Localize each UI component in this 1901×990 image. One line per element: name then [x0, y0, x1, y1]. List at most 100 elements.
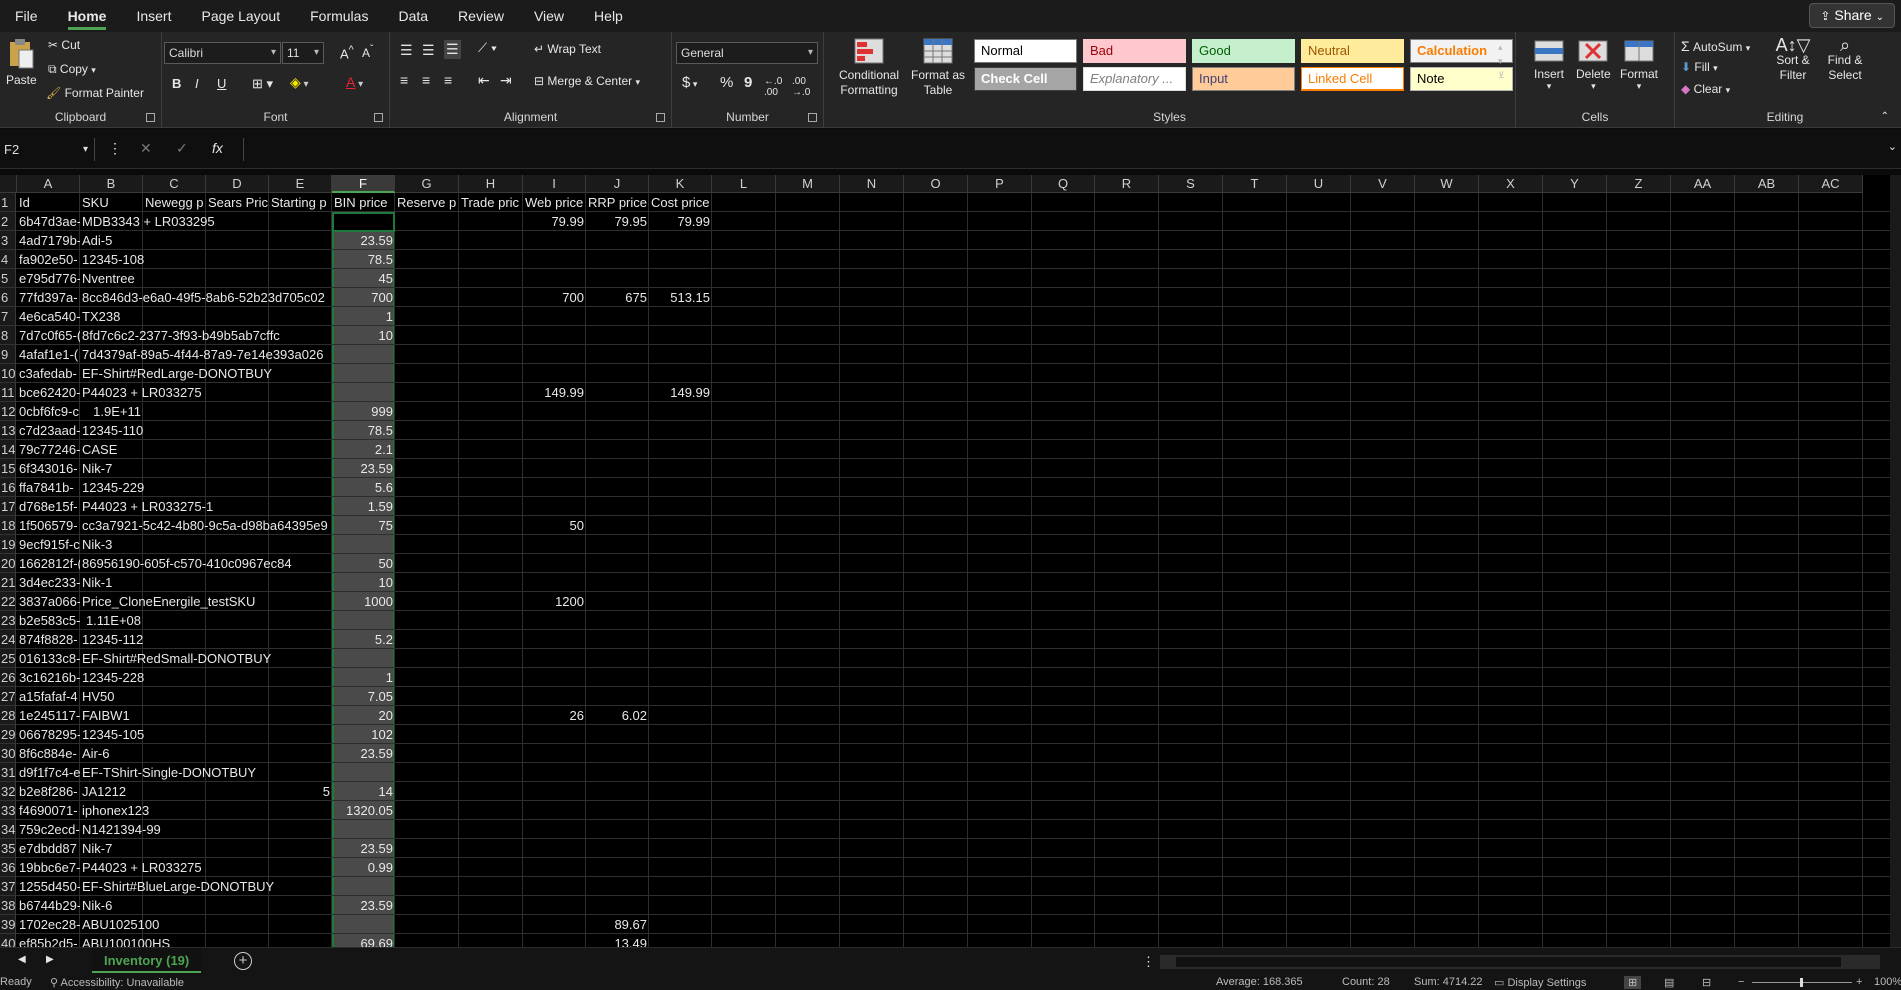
cell-b20[interactable]: 86956190-605f-c570-410c0967ec84: [80, 554, 294, 573]
cell-b11[interactable]: P44023 + LR033275: [80, 383, 204, 402]
cell-a27[interactable]: a15fafaf-4: [17, 687, 80, 706]
align-center-icon[interactable]: ≡: [422, 72, 430, 88]
header-cell[interactable]: RRP price: [586, 193, 649, 212]
cell-f35[interactable]: 23.59: [332, 839, 395, 858]
cell-f20[interactable]: 50: [332, 554, 395, 573]
cell-a26[interactable]: 3c16216b-: [17, 668, 80, 687]
cell-b28[interactable]: FAIBW1: [80, 706, 132, 725]
cell-a2[interactable]: 6b47d3ae-: [17, 212, 80, 231]
cell-k2[interactable]: 79.99: [649, 212, 712, 231]
insert-function-icon[interactable]: fx: [212, 140, 223, 156]
number-format-select[interactable]: General ▾: [676, 42, 818, 64]
cell-a39[interactable]: 1702ec28-: [17, 915, 80, 934]
align-middle-icon[interactable]: ☰: [422, 42, 435, 59]
cell-a14[interactable]: 79c77246-: [17, 440, 80, 459]
cell-b10[interactable]: EF-Shirt#RedLarge-DONOTBUY: [80, 364, 274, 383]
copy-button[interactable]: ⧉ Copy ▾: [48, 62, 96, 77]
paste-button[interactable]: Paste: [6, 38, 37, 87]
share-button[interactable]: ⇪ Share ⌄: [1809, 3, 1895, 28]
cell-k11[interactable]: 149.99: [649, 383, 712, 402]
cell-f14[interactable]: 2.1: [332, 440, 395, 459]
formula-input[interactable]: [243, 138, 1881, 161]
column-header-a[interactable]: A: [17, 175, 80, 193]
cell-f8[interactable]: 10: [332, 326, 395, 345]
cell-b27[interactable]: HV50: [80, 687, 117, 706]
cell-f38[interactable]: 23.59: [332, 896, 395, 915]
cut-button[interactable]: ✂ Cut: [48, 38, 80, 52]
sort-filter-button[interactable]: A↕▽ Sort & Filter: [1771, 36, 1815, 83]
column-header-d[interactable]: D: [206, 175, 269, 193]
cell-b39[interactable]: ABU1025100: [80, 915, 161, 934]
collapse-ribbon-icon[interactable]: ⌃: [1881, 111, 1889, 122]
column-header-ab[interactable]: AB: [1735, 175, 1799, 193]
clear-button[interactable]: ◆ Clear ▾: [1681, 82, 1730, 96]
cell-i6[interactable]: 700: [523, 288, 586, 307]
cell-f24[interactable]: 5.2: [332, 630, 395, 649]
cell-f17[interactable]: 1.59: [332, 497, 395, 516]
cell-b35[interactable]: Nik-7: [80, 839, 114, 858]
row-header[interactable]: 2: [0, 212, 16, 231]
accessibility-status[interactable]: ⚲ Accessibility: Unavailable: [50, 976, 184, 989]
cell-f16[interactable]: 5.6: [332, 478, 395, 497]
currency-button[interactable]: $ ▾: [682, 74, 697, 91]
row-header[interactable]: 4: [0, 250, 16, 269]
row-header[interactable]: 28: [0, 706, 16, 725]
cell-a31[interactable]: d9f1f7c4-e: [17, 763, 80, 782]
style-neutral[interactable]: Neutral: [1301, 39, 1404, 63]
cell-a22[interactable]: 3837a066-: [17, 592, 80, 611]
column-header-o[interactable]: O: [904, 175, 968, 193]
menu-file[interactable]: File: [0, 0, 53, 32]
column-header-c[interactable]: C: [143, 175, 206, 193]
cell-f4[interactable]: 78.5: [332, 250, 395, 269]
font-size-select[interactable]: 11 ▾: [282, 42, 324, 64]
row-header[interactable]: 35: [0, 839, 16, 858]
row-header[interactable]: 25: [0, 649, 16, 668]
cell-f28[interactable]: 20: [332, 706, 395, 725]
column-header-z[interactable]: Z: [1607, 175, 1671, 193]
cell-a28[interactable]: 1e245117-: [17, 706, 80, 725]
cell-b6[interactable]: 8cc846d3-e6a0-49f5-8ab6-52b23d705c02: [80, 288, 327, 307]
underline-button[interactable]: U: [217, 76, 226, 91]
italic-button[interactable]: I: [195, 76, 199, 91]
header-cell[interactable]: SKU: [80, 193, 143, 212]
cell-a23[interactable]: b2e583c5-: [17, 611, 80, 630]
header-cell[interactable]: Trade pric: [459, 193, 523, 212]
style-good[interactable]: Good: [1192, 39, 1295, 63]
cell-b38[interactable]: Nik-6: [80, 896, 114, 915]
increase-decimal-icon[interactable]: ←.0.00: [764, 76, 782, 98]
cell-e32[interactable]: 5: [269, 782, 332, 801]
borders-icon[interactable]: ⊞ ▾: [252, 76, 273, 92]
cell-j28[interactable]: 6.02: [586, 706, 649, 725]
menu-page-layout[interactable]: Page Layout: [186, 0, 295, 32]
delete-cells-button[interactable]: Delete ▾: [1576, 38, 1611, 92]
row-header[interactable]: 16: [0, 478, 16, 497]
cell-b22[interactable]: Price_CloneEnergile_testSKU: [80, 592, 257, 611]
cell-b24[interactable]: 12345-112: [80, 630, 145, 649]
cell-f26[interactable]: 1: [332, 668, 395, 687]
column-header-n[interactable]: N: [840, 175, 904, 193]
decrease-decimal-icon[interactable]: .00 →.0: [792, 76, 810, 98]
cell-b13[interactable]: 12345-110: [80, 421, 145, 440]
cell-b14[interactable]: CASE: [80, 440, 119, 459]
cell-b12[interactable]: 1.9E+11: [80, 402, 143, 421]
cell-a19[interactable]: 9ecf915f-c: [17, 535, 80, 554]
cell-b19[interactable]: Nik-3: [80, 535, 114, 554]
cell-b33[interactable]: iphonex123: [80, 801, 151, 820]
column-header-g[interactable]: G: [395, 175, 459, 193]
expand-formula-icon[interactable]: ⌄: [1888, 140, 1897, 153]
cell-a9[interactable]: 4afaf1e1-(: [17, 345, 80, 364]
cell-f22[interactable]: 1000: [332, 592, 395, 611]
insert-cells-button[interactable]: Insert ▾: [1534, 38, 1564, 92]
cell-a17[interactable]: d768e15f-: [17, 497, 80, 516]
menu-review[interactable]: Review: [443, 0, 519, 32]
column-header-m[interactable]: M: [776, 175, 840, 193]
cell-a38[interactable]: b6744b29-: [17, 896, 80, 915]
column-header-w[interactable]: W: [1415, 175, 1479, 193]
row-header[interactable]: 39: [0, 915, 16, 934]
menu-view[interactable]: View: [519, 0, 579, 32]
merge-center-button[interactable]: ⊟ Merge & Center ▾: [534, 74, 640, 88]
cell-b31[interactable]: EF-TShirt-Single-DONOTBUY: [80, 763, 258, 782]
row-header[interactable]: 8: [0, 326, 16, 345]
cell-a35[interactable]: e7dbdd87: [17, 839, 80, 858]
cell-b32[interactable]: JA1212: [80, 782, 128, 801]
